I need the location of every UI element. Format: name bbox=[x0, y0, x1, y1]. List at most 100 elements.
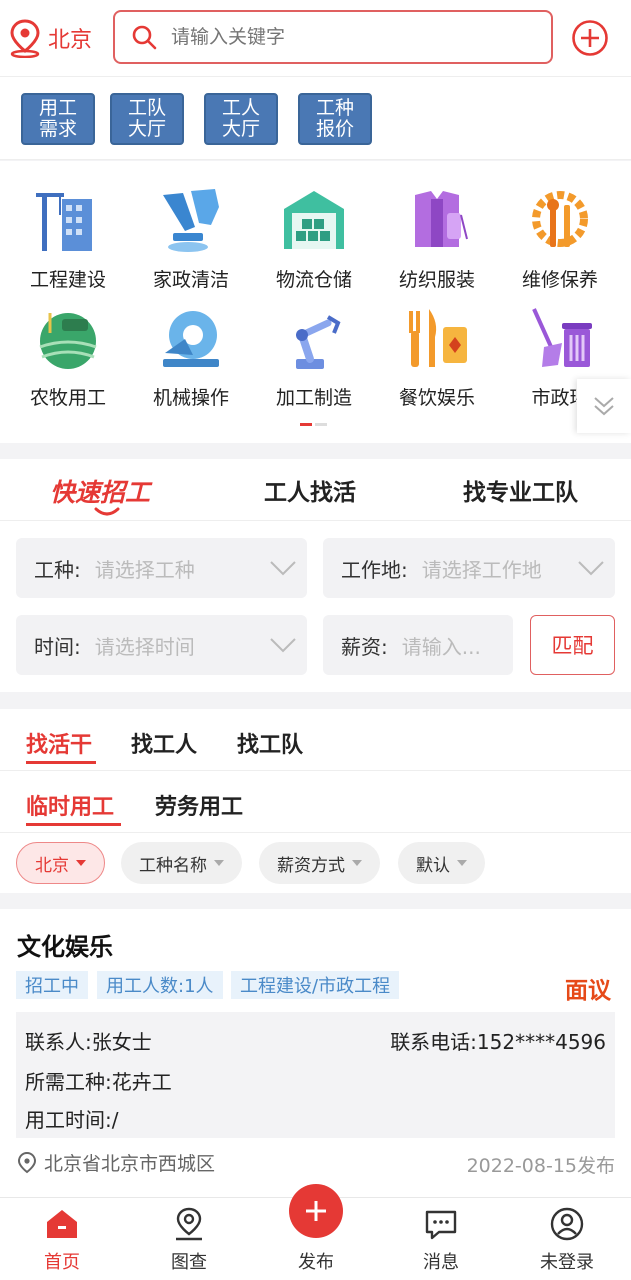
workplace-select[interactable]: 工作地: 请选择工作地 bbox=[323, 538, 615, 598]
trade-select[interactable]: 工种: 请选择工种 bbox=[16, 538, 307, 598]
category-item[interactable]: 家政清洁 bbox=[131, 185, 251, 292]
cleaning-icon bbox=[163, 189, 219, 252]
bottom-nav: 首页 图查 发布 消息 未登录 bbox=[0, 1184, 631, 1280]
salary-placeholder: 请输入... bbox=[401, 634, 481, 659]
subtab-underline bbox=[26, 823, 121, 826]
dining-icon bbox=[409, 309, 467, 367]
category-badge: 工程建设/市政工程 bbox=[231, 971, 400, 999]
category-item[interactable]: 维修保养 bbox=[500, 185, 620, 292]
location-pin-icon bbox=[17, 1151, 37, 1173]
caret-down-icon bbox=[76, 860, 86, 866]
category-label: 维修保养 bbox=[521, 269, 598, 291]
category-grid: 工程建设 家政清洁 物流仓储 纺织服装 维修保养 农牧用工 机械操作 加工制造 … bbox=[0, 161, 631, 443]
filter-city[interactable]: 北京 bbox=[16, 842, 105, 884]
quick-tags-bar: 用工 需求 工队 大厅 工人 大厅 工种 报价 bbox=[0, 76, 631, 160]
sanitation-icon bbox=[532, 308, 592, 367]
category-label: 纺织服装 bbox=[398, 269, 475, 291]
user-circle-icon bbox=[550, 1207, 584, 1241]
status-badge: 招工中 bbox=[16, 971, 88, 999]
salary-value: 面议 bbox=[565, 978, 611, 1004]
search-input[interactable] bbox=[171, 26, 531, 48]
chevron-down-icon bbox=[270, 561, 296, 576]
subtab-labor[interactable]: 劳务用工 bbox=[155, 789, 243, 821]
tag-demand[interactable]: 用工 需求 bbox=[21, 93, 95, 145]
contact-person: 联系人:张女士 bbox=[25, 1030, 152, 1054]
nav-messages[interactable]: 消息 bbox=[391, 1206, 491, 1274]
add-circle-icon[interactable] bbox=[571, 19, 609, 57]
top-bar: 北京 bbox=[0, 0, 631, 76]
nav-messages-label: 消息 bbox=[423, 1252, 459, 1273]
filter-trade[interactable]: 工种名称 bbox=[121, 842, 242, 884]
category-item[interactable]: 物流仓储 bbox=[254, 185, 374, 292]
tab-find-team[interactable]: 找专业工队 bbox=[463, 473, 578, 507]
publish-button[interactable] bbox=[289, 1184, 343, 1238]
required-trade: 所需工种:花卉工 bbox=[25, 1070, 172, 1094]
subtab-temporary[interactable]: 临时用工 bbox=[26, 789, 114, 821]
tab-find-teams[interactable]: 找工队 bbox=[237, 727, 303, 759]
filter-pay-type[interactable]: 薪资方式 bbox=[259, 842, 380, 884]
caret-down-icon bbox=[214, 860, 224, 866]
caret-down-icon bbox=[457, 860, 467, 866]
tag-trade-quote[interactable]: 工种 报价 bbox=[298, 93, 372, 145]
publish-label: 发布 bbox=[298, 1252, 334, 1273]
recruit-tabs: 快速招工 工人找活 找专业工队 bbox=[0, 459, 631, 521]
workplace-placeholder: 请选择工作地 bbox=[421, 557, 542, 582]
listing-section: 找活干 找工人 找工队 临时用工 劳务用工 北京 工种名称 薪资方式 默认 bbox=[0, 709, 631, 893]
category-item[interactable]: 机械操作 bbox=[131, 303, 251, 410]
category-label: 加工制造 bbox=[275, 387, 352, 409]
tab-find-workers[interactable]: 找工人 bbox=[131, 727, 197, 759]
salary-input[interactable]: 薪资: 请输入... bbox=[323, 615, 513, 675]
location-pin-icon bbox=[10, 19, 40, 58]
tab-underline bbox=[26, 761, 96, 764]
robot-arm-icon bbox=[296, 315, 341, 369]
time-select[interactable]: 时间: 请选择时间 bbox=[16, 615, 307, 675]
category-item[interactable]: 工程建设 bbox=[8, 185, 128, 292]
tab-find-work[interactable]: 找活干 bbox=[26, 727, 92, 759]
repair-icon bbox=[532, 191, 588, 247]
city-selector[interactable]: 北京 bbox=[8, 18, 108, 58]
match-button[interactable]: 匹配 bbox=[530, 615, 615, 675]
expand-categories-button[interactable] bbox=[577, 379, 631, 433]
nav-profile[interactable]: 未登录 bbox=[517, 1206, 617, 1274]
caret-down-icon bbox=[352, 860, 362, 866]
filter-city-label: 北京 bbox=[35, 855, 69, 876]
job-info-box: 联系人:张女士 联系电话:152****4596 所需工种:花卉工 用工时间:/ bbox=[16, 1012, 615, 1138]
city-label: 北京 bbox=[48, 28, 93, 53]
plus-icon bbox=[306, 1201, 326, 1221]
tag-team-hall[interactable]: 工队 大厅 bbox=[110, 93, 184, 145]
job-title: 文化娱乐 bbox=[17, 933, 113, 961]
tab-worker-find-job[interactable]: 工人找活 bbox=[264, 473, 356, 507]
page-dot bbox=[315, 423, 327, 426]
category-item[interactable]: 农牧用工 bbox=[8, 303, 128, 410]
tab-quick-recruit[interactable]: 快速招工 bbox=[50, 473, 150, 509]
search-box[interactable] bbox=[113, 10, 553, 64]
listing-subtabs: 临时用工 劳务用工 bbox=[0, 771, 631, 833]
workplace-label: 工作地: bbox=[341, 557, 408, 582]
nav-home[interactable]: 首页 bbox=[12, 1206, 112, 1274]
category-label: 家政清洁 bbox=[152, 269, 229, 291]
nav-map-label: 图查 bbox=[171, 1252, 207, 1273]
category-item[interactable]: 餐饮娱乐 bbox=[377, 303, 497, 410]
tag-worker-hall[interactable]: 工人 大厅 bbox=[204, 93, 278, 145]
nav-map[interactable]: 图查 bbox=[139, 1206, 239, 1274]
nav-profile-label: 未登录 bbox=[540, 1252, 594, 1273]
time-label: 时间: bbox=[34, 634, 81, 659]
farming-icon bbox=[39, 313, 97, 369]
job-card[interactable]: 文化娱乐 招工中 用工人数:1人 工程建设/市政工程 面议 联系人:张女士 联系… bbox=[0, 909, 631, 1197]
category-label: 餐饮娱乐 bbox=[398, 387, 475, 409]
smile-underline-icon bbox=[94, 507, 120, 516]
filter-sort-label: 默认 bbox=[416, 855, 450, 876]
textile-icon bbox=[415, 191, 468, 247]
category-item[interactable]: 纺织服装 bbox=[377, 185, 497, 292]
filter-sort[interactable]: 默认 bbox=[398, 842, 485, 884]
contact-phone: 联系电话:152****4596 bbox=[390, 1030, 606, 1054]
page-indicator bbox=[300, 423, 327, 426]
recruit-panel: 快速招工 工人找活 找专业工队 工种: 请选择工种 工作地: 请选择工作地 时间… bbox=[0, 459, 631, 692]
message-icon bbox=[425, 1210, 457, 1240]
warehouse-icon bbox=[284, 191, 344, 249]
chevron-down-icon bbox=[270, 638, 296, 653]
category-item[interactable]: 加工制造 bbox=[254, 303, 374, 410]
filter-trade-label: 工种名称 bbox=[139, 855, 207, 876]
address-text: 北京省北京市西城区 bbox=[44, 1153, 216, 1175]
salary-label: 薪资: bbox=[341, 634, 388, 659]
